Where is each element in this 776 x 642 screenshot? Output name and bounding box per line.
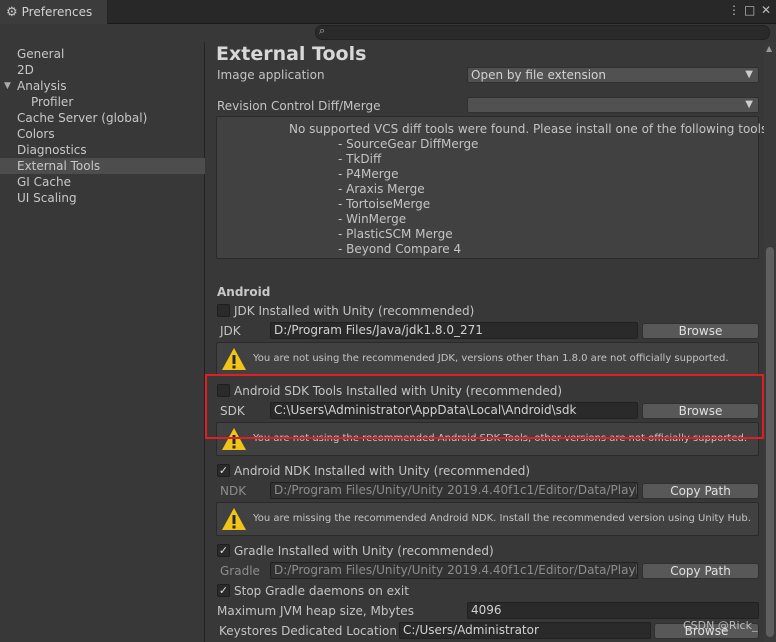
sidebar-item-general[interactable]: General xyxy=(0,46,205,62)
gear-icon: ⚙ xyxy=(6,4,18,20)
image-application-value: Open by file extension xyxy=(471,68,606,82)
jdk-installed-checkbox[interactable] xyxy=(217,304,230,317)
gradle-installed-label: Gradle Installed with Unity (recommended… xyxy=(234,544,494,558)
warning-icon xyxy=(222,508,246,530)
sdk-installed-checkbox[interactable] xyxy=(217,384,230,397)
title-bar: ⚙ Preferences ⋮ □ ✕ xyxy=(0,0,776,24)
stop-gradle-label: Stop Gradle daemons on exit xyxy=(234,584,409,598)
sidebar-item-analysis[interactable]: ▼ Analysis xyxy=(0,78,205,94)
jdk-path-field[interactable]: D:/Program Files/Java/jdk1.8.0_271 xyxy=(270,322,638,339)
search-icon: ⌕ xyxy=(319,24,326,37)
scroll-up-icon[interactable]: ▲ xyxy=(766,44,772,53)
vertical-scrollbar[interactable]: ▲ xyxy=(764,42,776,642)
sdk-browse-button[interactable]: Browse xyxy=(642,403,759,419)
sdk-path-field[interactable]: C:\Users\Administrator\AppData\Local\And… xyxy=(270,402,638,419)
jdk-warning-text: You are not using the recommended JDK, v… xyxy=(253,353,729,364)
sidebar-item-gi-cache[interactable]: GI Cache xyxy=(0,174,205,190)
jdk-installed-label: JDK Installed with Unity (recommended) xyxy=(234,304,475,318)
revision-control-dropdown[interactable]: ▼ xyxy=(467,97,759,113)
vcs-tool-item: - SourceGear DiffMerge xyxy=(338,137,479,151)
sidebar-item-profiler[interactable]: Profiler xyxy=(0,94,205,110)
sidebar-item-label: Analysis xyxy=(17,79,67,93)
sdk-label: SDK xyxy=(220,404,245,418)
sidebar-item-2d[interactable]: 2D xyxy=(0,62,205,78)
sidebar-item-label: Diagnostics xyxy=(17,143,87,157)
sidebar-item-label: Cache Server (global) xyxy=(17,111,148,125)
warning-icon xyxy=(222,348,246,370)
sdk-warning-text: You are not using the recommended Androi… xyxy=(253,433,748,444)
watermark: CSDN @Rick_ xyxy=(683,619,758,632)
ndk-copy-path-button[interactable]: Copy Path xyxy=(642,483,759,499)
ndk-path-field: D:/Program Files/Unity/Unity 2019.4.40f1… xyxy=(270,482,638,499)
sidebar-item-colors[interactable]: Colors xyxy=(0,126,205,142)
page-title: External Tools xyxy=(216,43,367,65)
vcs-message: No supported VCS diff tools were found. … xyxy=(289,122,772,136)
ndk-label: NDK xyxy=(220,484,247,498)
sidebar-item-label: General xyxy=(17,47,65,61)
sidebar-item-diagnostics[interactable]: Diagnostics xyxy=(0,142,205,158)
maximize-icon[interactable]: □ xyxy=(744,3,755,17)
ndk-installed-checkbox[interactable]: ✓ xyxy=(217,464,230,477)
sidebar-item-label: Colors xyxy=(17,127,55,141)
revision-control-label: Revision Control Diff/Merge xyxy=(217,99,381,113)
ndk-warning-text: You are missing the recommended Android … xyxy=(253,513,751,524)
sidebar-item-label: Profiler xyxy=(31,95,74,109)
android-section-header: Android xyxy=(217,285,271,299)
keystores-path-field[interactable]: C:/Users/Administrator xyxy=(399,622,651,639)
gradle-copy-path-button[interactable]: Copy Path xyxy=(642,563,759,579)
warning-icon xyxy=(222,428,246,450)
vcs-help-box: No supported VCS diff tools were found. … xyxy=(216,116,771,259)
jvm-heap-field[interactable]: 4096 xyxy=(467,602,759,619)
sidebar-item-label: 2D xyxy=(17,63,34,77)
preferences-tab[interactable]: ⚙ Preferences xyxy=(0,0,108,24)
more-options-icon[interactable]: ⋮ xyxy=(728,3,740,17)
sidebar-item-external-tools[interactable]: External Tools xyxy=(0,158,205,174)
jdk-browse-button[interactable]: Browse xyxy=(642,323,759,339)
sidebar-item-ui-scaling[interactable]: UI Scaling xyxy=(0,190,205,206)
vcs-tool-item: - PlasticSCM Merge xyxy=(338,227,453,241)
gradle-label: Gradle xyxy=(220,564,260,578)
search-row: ⌕ xyxy=(0,24,776,42)
gradle-installed-checkbox[interactable]: ✓ xyxy=(217,544,230,557)
sidebar-item-cache-server[interactable]: Cache Server (global) xyxy=(0,110,205,126)
sdk-warning-box: You are not using the recommended Androi… xyxy=(216,422,759,456)
image-application-dropdown[interactable]: Open by file extension ▼ xyxy=(467,67,759,83)
vcs-tool-item: - P4Merge xyxy=(338,167,399,181)
expand-arrow-icon[interactable]: ▼ xyxy=(4,78,11,94)
chevron-down-icon: ▼ xyxy=(745,99,753,110)
stop-gradle-checkbox[interactable]: ✓ xyxy=(217,584,230,597)
jvm-heap-label: Maximum JVM heap size, Mbytes xyxy=(217,604,414,618)
ndk-installed-label: Android NDK Installed with Unity (recomm… xyxy=(234,464,531,478)
scrollbar-thumb[interactable] xyxy=(766,247,774,637)
sidebar: General 2D ▼ Analysis Profiler Cache Ser… xyxy=(0,42,205,642)
vcs-tool-item: - Beyond Compare 4 xyxy=(338,242,462,256)
close-icon[interactable]: ✕ xyxy=(761,3,771,17)
tab-title: Preferences xyxy=(21,5,93,19)
sidebar-item-label: UI Scaling xyxy=(17,191,77,205)
main-panel: External Tools Image application Open by… xyxy=(206,42,776,642)
chevron-down-icon: ▼ xyxy=(745,69,753,80)
image-application-label: Image application xyxy=(217,68,325,82)
ndk-warning-box: You are missing the recommended Android … xyxy=(216,502,759,536)
jdk-warning-box: You are not using the recommended JDK, v… xyxy=(216,342,759,376)
vcs-tool-item: - TortoiseMerge xyxy=(338,197,431,211)
sidebar-item-label: External Tools xyxy=(17,159,101,173)
jdk-label: JDK xyxy=(220,324,241,338)
vcs-tool-item: - Araxis Merge xyxy=(338,182,425,196)
sdk-installed-label: Android SDK Tools Installed with Unity (… xyxy=(234,384,563,398)
vcs-tool-item: - WinMerge xyxy=(338,212,407,226)
vcs-tool-item: - TkDiff xyxy=(338,152,382,166)
sidebar-item-label: GI Cache xyxy=(17,175,71,189)
search-input[interactable]: ⌕ xyxy=(315,24,770,40)
gradle-path-field: D:/Program Files/Unity/Unity 2019.4.40f1… xyxy=(270,562,638,579)
keystores-label: Keystores Dedicated Location xyxy=(219,624,397,638)
